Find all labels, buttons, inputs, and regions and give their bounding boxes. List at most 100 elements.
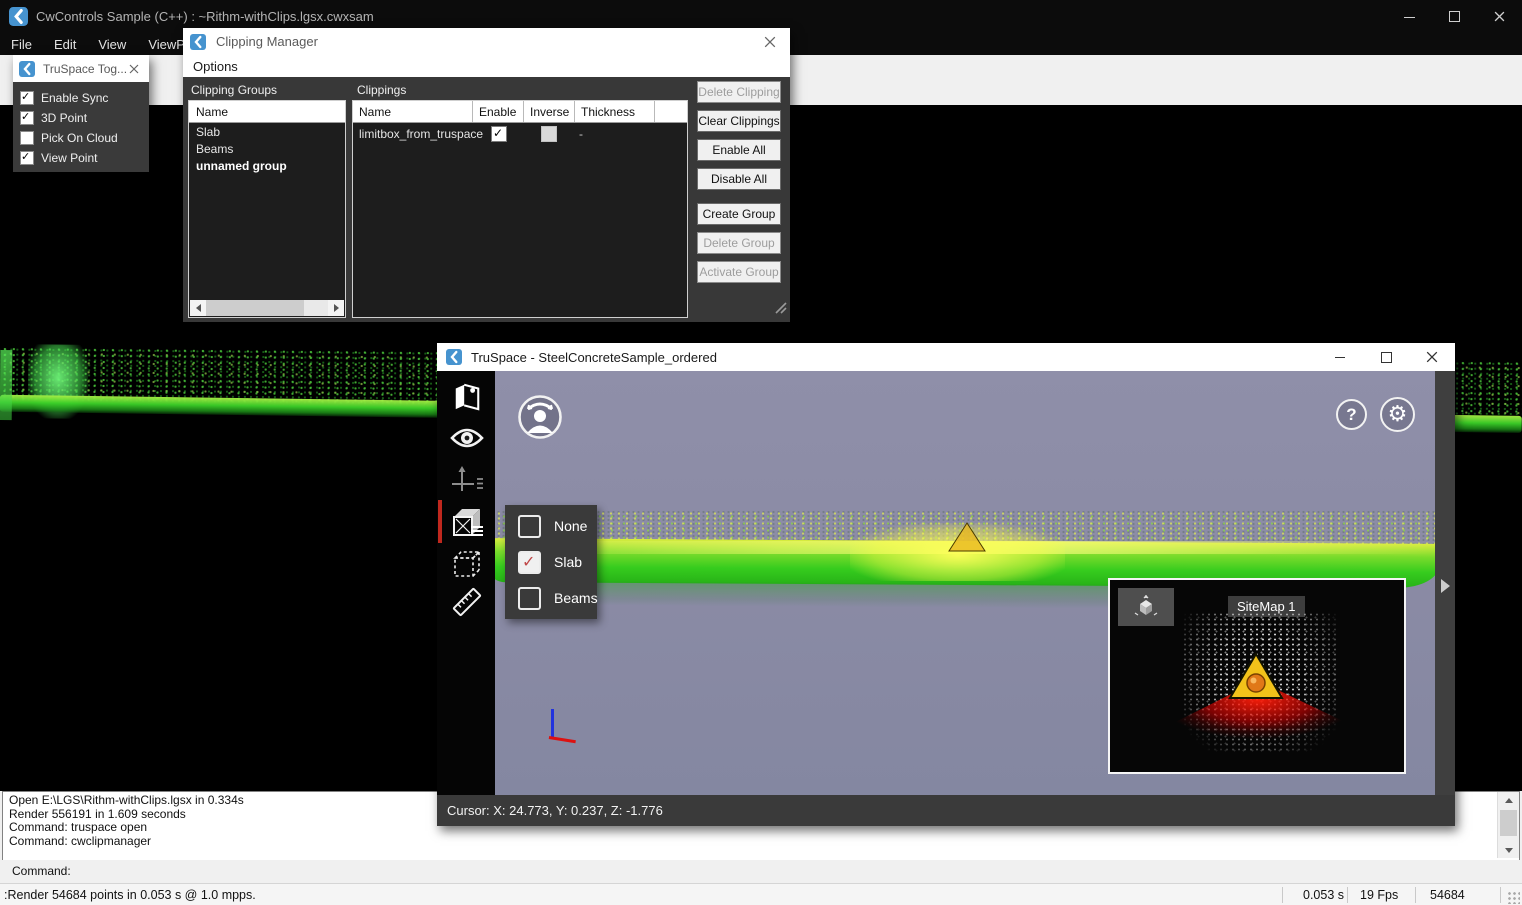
scrollbar-thumb[interactable] [206,300,304,316]
panorama-map-icon[interactable] [450,379,484,413]
clipping-row[interactable]: limitbox_from_truspace - [353,123,687,144]
activate-group-button[interactable]: Activate Group [697,261,781,283]
clipping-groups-list: Name Slab Beams unnamed group [188,100,346,318]
clipping-name: limitbox_from_truspace [359,127,483,141]
toggles-titlebar[interactable]: TruSpace Tog... [13,55,149,82]
checkbox-icon[interactable] [518,515,541,538]
look-around-mode-icon[interactable] [517,394,563,440]
clip-option-beams[interactable]: Beams [505,580,597,616]
close-icon[interactable] [750,28,790,55]
sitemap-scan-marker[interactable] [1228,652,1284,705]
checkbox-icon[interactable] [518,587,541,610]
maximize-icon[interactable] [1363,343,1409,371]
dialog-resize-grip[interactable] [774,301,787,319]
inverse-checkbox-icon[interactable] [541,126,557,142]
log-line: Command: cwclipmanager [3,835,1519,849]
window-controls [1387,0,1522,33]
truspace-viewport[interactable]: ? None [495,371,1435,795]
col-inverse[interactable]: Inverse [524,101,575,122]
clip-option-label: Beams [554,590,598,606]
main-statusbar: :Render 54684 points in 0.053 s @ 1.0 mp… [0,883,1522,905]
clipping-manager-titlebar[interactable]: Clipping Manager [183,28,790,55]
menu-options[interactable]: Options [193,59,238,74]
groups-horizontal-scrollbar[interactable] [190,300,344,316]
truspace-titlebar[interactable]: TruSpace - SteelConcreteSample_ordered [437,343,1455,371]
point-count-cell: 54684 [1430,888,1465,902]
app-logo-icon [9,7,28,26]
toggle-view-point[interactable]: View Point [20,151,97,165]
scan-position-marker[interactable] [948,522,986,557]
delete-group-button[interactable]: Delete Group [697,232,781,254]
group-row-unnamed[interactable]: unnamed group [189,157,345,174]
scroll-up-icon[interactable] [1498,792,1519,808]
menu-file[interactable]: File [0,34,43,55]
clip-option-slab[interactable]: Slab [505,544,597,580]
settings-gear-icon[interactable] [1380,397,1415,432]
enable-checkbox-icon[interactable] [491,126,507,142]
window-controls [1317,343,1455,371]
checkbox-icon[interactable] [20,91,34,105]
toggle-enable-sync[interactable]: Enable Sync [20,91,108,105]
minimize-icon[interactable] [1317,343,1363,371]
create-group-button[interactable]: Create Group [697,203,781,225]
log-scrollbar[interactable] [1497,792,1519,858]
maximize-icon[interactable] [1432,0,1477,33]
clippings-table: Name Enable Inverse Thickness limitbox_f… [352,100,688,318]
scroll-down-icon[interactable] [1498,842,1519,858]
sitemap-cube-icon[interactable] [1118,588,1174,626]
truspace-sidebar [437,371,495,795]
command-input-row[interactable]: Command: [0,860,1522,882]
point-cloud-left-column [0,350,12,420]
limitbox-icon[interactable] [450,547,484,581]
group-row-beams[interactable]: Beams [189,140,345,157]
thickness-value: - [579,127,583,141]
clear-clippings-button[interactable]: Clear Clippings [697,110,781,132]
toggle-label: View Point [41,151,97,165]
clipping-manager-dialog: Clipping Manager Options Clipping Groups… [183,28,790,322]
menu-edit[interactable]: Edit [43,34,87,55]
truspace-toggles-panel: TruSpace Tog... Enable Sync 3D Point Pic… [13,55,149,172]
toggle-pick-on-cloud[interactable]: Pick On Cloud [20,131,118,145]
minimize-icon[interactable] [1387,0,1432,33]
resize-grip[interactable] [1506,890,1520,904]
clipping-groups-label: Clipping Groups [191,83,277,97]
statusbar-divider [1415,887,1416,903]
col-thickness[interactable]: Thickness [575,101,655,122]
delete-clipping-button[interactable]: Delete Clipping [697,81,781,103]
axes-indicator [547,709,581,749]
expand-panel-icon[interactable] [1441,579,1450,593]
clipping-manager-title: Clipping Manager [216,34,318,49]
scroll-left-icon[interactable] [190,300,206,316]
toggle-label: 3D Point [41,111,87,125]
checkbox-icon[interactable] [20,151,34,165]
col-enable[interactable]: Enable [473,101,524,122]
close-icon[interactable] [1409,343,1455,371]
menu-view[interactable]: View [87,34,137,55]
toggle-3d-point[interactable]: 3D Point [20,111,87,125]
app-logo-icon [19,61,35,77]
checkbox-icon[interactable] [20,131,34,145]
scroll-right-icon[interactable] [328,300,344,316]
right-panel-strip [1435,371,1455,795]
disable-all-button[interactable]: Disable All [697,168,781,190]
clipping-icon[interactable] [450,505,484,539]
col-filler [655,101,687,122]
scrollbar-thumb[interactable] [1500,810,1517,836]
checkbox-icon[interactable] [20,111,34,125]
group-row-slab[interactable]: Slab [189,123,345,140]
col-name[interactable]: Name [353,101,473,122]
clipping-mode-popup: None Slab Beams [505,505,597,619]
help-icon[interactable]: ? [1336,399,1367,430]
close-icon[interactable] [1477,0,1522,33]
eye-icon[interactable] [450,421,484,455]
checkbox-icon[interactable] [518,551,541,574]
active-tool-indicator [438,500,442,543]
enable-all-button[interactable]: Enable All [697,139,781,161]
move-axes-icon[interactable] [450,463,484,497]
clip-option-none[interactable]: None [505,508,597,544]
fps-cell: 19 Fps [1360,888,1398,902]
app-logo-icon [190,34,206,50]
close-icon[interactable] [119,55,149,82]
measure-icon[interactable] [450,585,484,619]
render-time-cell: 0.053 s [1303,888,1344,902]
